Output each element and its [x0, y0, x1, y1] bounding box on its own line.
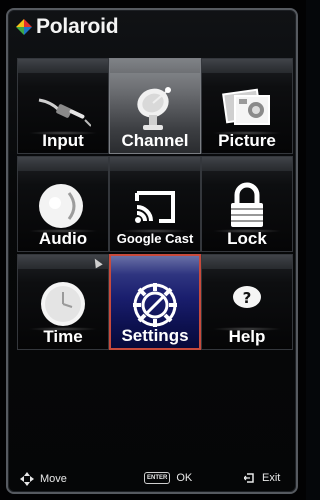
- svg-text:?: ?: [243, 289, 252, 307]
- move-hint: Move: [20, 472, 67, 486]
- tile-label: Time: [43, 327, 83, 346]
- footer-hints: Move ENTER OK Exit: [0, 468, 306, 490]
- tile-label: Picture: [218, 131, 276, 150]
- cast-icon: [127, 181, 183, 231]
- audio-speaker-icon: [35, 181, 91, 231]
- exit-label: Exit: [262, 472, 281, 484]
- enter-key-icon: ENTER: [144, 472, 171, 484]
- tile-channel[interactable]: Channel: [109, 58, 201, 154]
- tile-input[interactable]: Input: [17, 58, 109, 154]
- input-cable-icon: [35, 83, 91, 133]
- tile-label: Audio: [38, 229, 88, 248]
- help-icon: ?: [219, 279, 275, 329]
- tile-google-cast[interactable]: Google Cast: [109, 156, 201, 252]
- tile-help[interactable]: ? Help: [201, 254, 293, 350]
- tile-picture[interactable]: Picture: [201, 58, 293, 154]
- tile-lock[interactable]: Lock: [201, 156, 293, 252]
- tile-settings[interactable]: Settings: [109, 254, 201, 350]
- ok-label: OK: [176, 472, 193, 484]
- tile-audio[interactable]: Audio: [17, 156, 109, 252]
- tile-label: Lock: [227, 229, 267, 248]
- picture-icon: [219, 83, 275, 133]
- brand-name: Polaroid: [36, 15, 119, 38]
- tile-label: Settings: [121, 326, 189, 345]
- tile-label: Help: [228, 327, 266, 346]
- tile-label: Channel: [121, 131, 189, 150]
- tv-menu-screen: Polaroid Input Channel Picture Audio Goo…: [0, 0, 306, 500]
- clock-icon: [35, 279, 91, 329]
- tile-label: Input: [42, 131, 84, 150]
- settings-gear-icon: [127, 280, 183, 330]
- tile-label: Google Cast: [116, 231, 194, 246]
- padlock-icon: [219, 181, 275, 231]
- exit-arrow-icon: [244, 473, 254, 483]
- exit-hint: Exit: [244, 472, 280, 484]
- four-way-arrow-icon: [20, 472, 34, 486]
- ok-hint: ENTER OK: [144, 472, 192, 484]
- move-label: Move: [40, 473, 67, 485]
- satellite-dish-icon: [127, 83, 183, 133]
- polaroid-logo-icon: [16, 19, 32, 35]
- brand-header: Polaroid: [16, 15, 119, 39]
